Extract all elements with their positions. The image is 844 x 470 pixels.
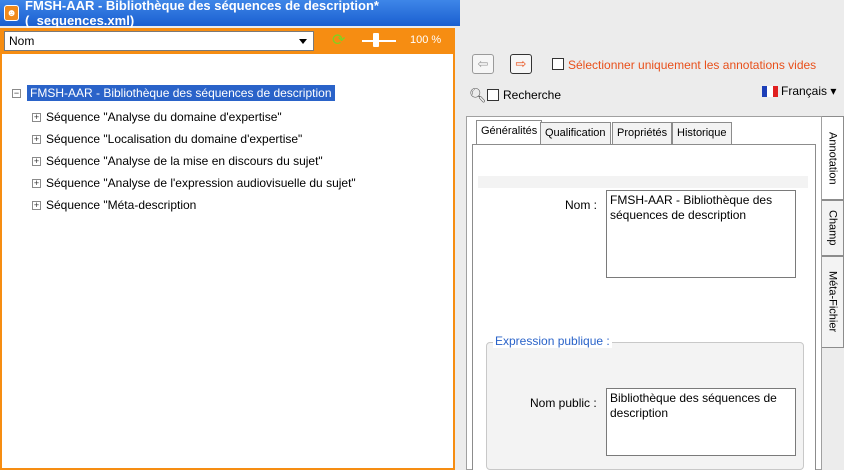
forward-button[interactable]: ⇨: [510, 54, 532, 74]
back-button[interactable]: ⇦: [472, 54, 494, 74]
language-label: Français: [781, 84, 828, 98]
refresh-icon[interactable]: ⟳: [332, 32, 350, 50]
tree-item[interactable]: + Séquence "Méta-description: [32, 198, 196, 212]
collapse-toggle-icon[interactable]: −: [12, 88, 21, 98]
zoom-label: 100 %: [410, 34, 442, 46]
public-name-label: Nom public :: [530, 396, 597, 410]
title-bar-empty-area: [460, 0, 844, 26]
public-expression-legend: Expression publique :: [493, 334, 612, 348]
window-title-bar: ☻ FMSH-AAR - Bibliothèque des séquences …: [0, 0, 460, 28]
tree-item-label[interactable]: Séquence "Analyse de la mise en discours…: [46, 154, 323, 168]
tree-item-label[interactable]: Séquence "Méta-description: [46, 198, 196, 212]
tree-item-label[interactable]: Séquence "Localisation du domaine d'expe…: [46, 132, 302, 146]
window-title: FMSH-AAR - Bibliothèque des séquences de…: [25, 0, 379, 28]
tree-item[interactable]: + Séquence "Analyse du domaine d'experti…: [32, 110, 282, 124]
tree-item[interactable]: + Séquence "Analyse de la mise en discou…: [32, 154, 323, 168]
expand-toggle-icon[interactable]: +: [32, 156, 41, 166]
tree-root-label[interactable]: FMSH-AAR - Bibliothèque des séquences de…: [27, 85, 335, 101]
french-flag-icon: [762, 85, 778, 97]
tab-proprietes[interactable]: Propriétés: [612, 122, 673, 144]
name-label: Nom :: [565, 198, 598, 212]
empty-only-label[interactable]: Sélectionner uniquement les annotations …: [568, 58, 816, 72]
expand-toggle-icon[interactable]: +: [32, 112, 41, 122]
search-icon: 🔍︎: [469, 87, 487, 103]
expand-toggle-icon[interactable]: +: [32, 178, 41, 188]
zoom-slider-track[interactable]: [362, 40, 396, 42]
content-band: [478, 176, 808, 188]
tree-root[interactable]: − FMSH-AAR - Bibliothèque des séquences …: [12, 85, 335, 101]
tree-item-label[interactable]: Séquence "Analyse de l'expression audiov…: [46, 176, 356, 190]
side-tab-meta-fichier[interactable]: Méta-Fichier: [822, 256, 844, 348]
expand-toggle-icon[interactable]: +: [32, 200, 41, 210]
tree-item[interactable]: + Séquence "Localisation du domaine d'ex…: [32, 132, 302, 146]
tab-qualification[interactable]: Qualification: [540, 122, 611, 144]
zoom-slider-thumb[interactable]: [373, 33, 379, 47]
tab-generalites[interactable]: Généralités: [476, 120, 543, 144]
tab-historique[interactable]: Historique: [672, 122, 732, 144]
arrow-left-icon: ⇦: [477, 56, 489, 71]
chevron-down-icon: ▾: [827, 84, 837, 98]
arrow-right-icon: ⇨: [515, 56, 527, 71]
public-name-field[interactable]: Bibliothèque des séquences de descriptio…: [606, 388, 796, 456]
sequence-tree: − FMSH-AAR - Bibliothèque des séquences …: [0, 54, 455, 470]
sort-select[interactable]: Nom: [4, 31, 314, 51]
expand-toggle-icon[interactable]: +: [32, 134, 41, 144]
language-selector[interactable]: Français ▾: [762, 84, 836, 98]
side-tab-champ[interactable]: Champ: [822, 200, 844, 256]
tree-item[interactable]: + Séquence "Analyse de l'expression audi…: [32, 176, 356, 190]
name-field[interactable]: FMSH-AAR - Bibliothèque des séquences de…: [606, 190, 796, 278]
search-label[interactable]: Recherche: [503, 88, 561, 102]
search-checkbox[interactable]: [487, 89, 499, 101]
empty-only-checkbox[interactable]: [552, 58, 564, 70]
chevron-down-icon: [299, 39, 307, 44]
side-tab-annotation[interactable]: Annotation: [822, 116, 844, 200]
sort-select-value: Nom: [9, 34, 35, 48]
cat-face-icon: ☻: [4, 5, 20, 21]
tree-item-label[interactable]: Séquence "Analyse du domaine d'expertise…: [46, 110, 282, 124]
left-toolbar: Nom ⟳ 100 %: [0, 28, 455, 54]
